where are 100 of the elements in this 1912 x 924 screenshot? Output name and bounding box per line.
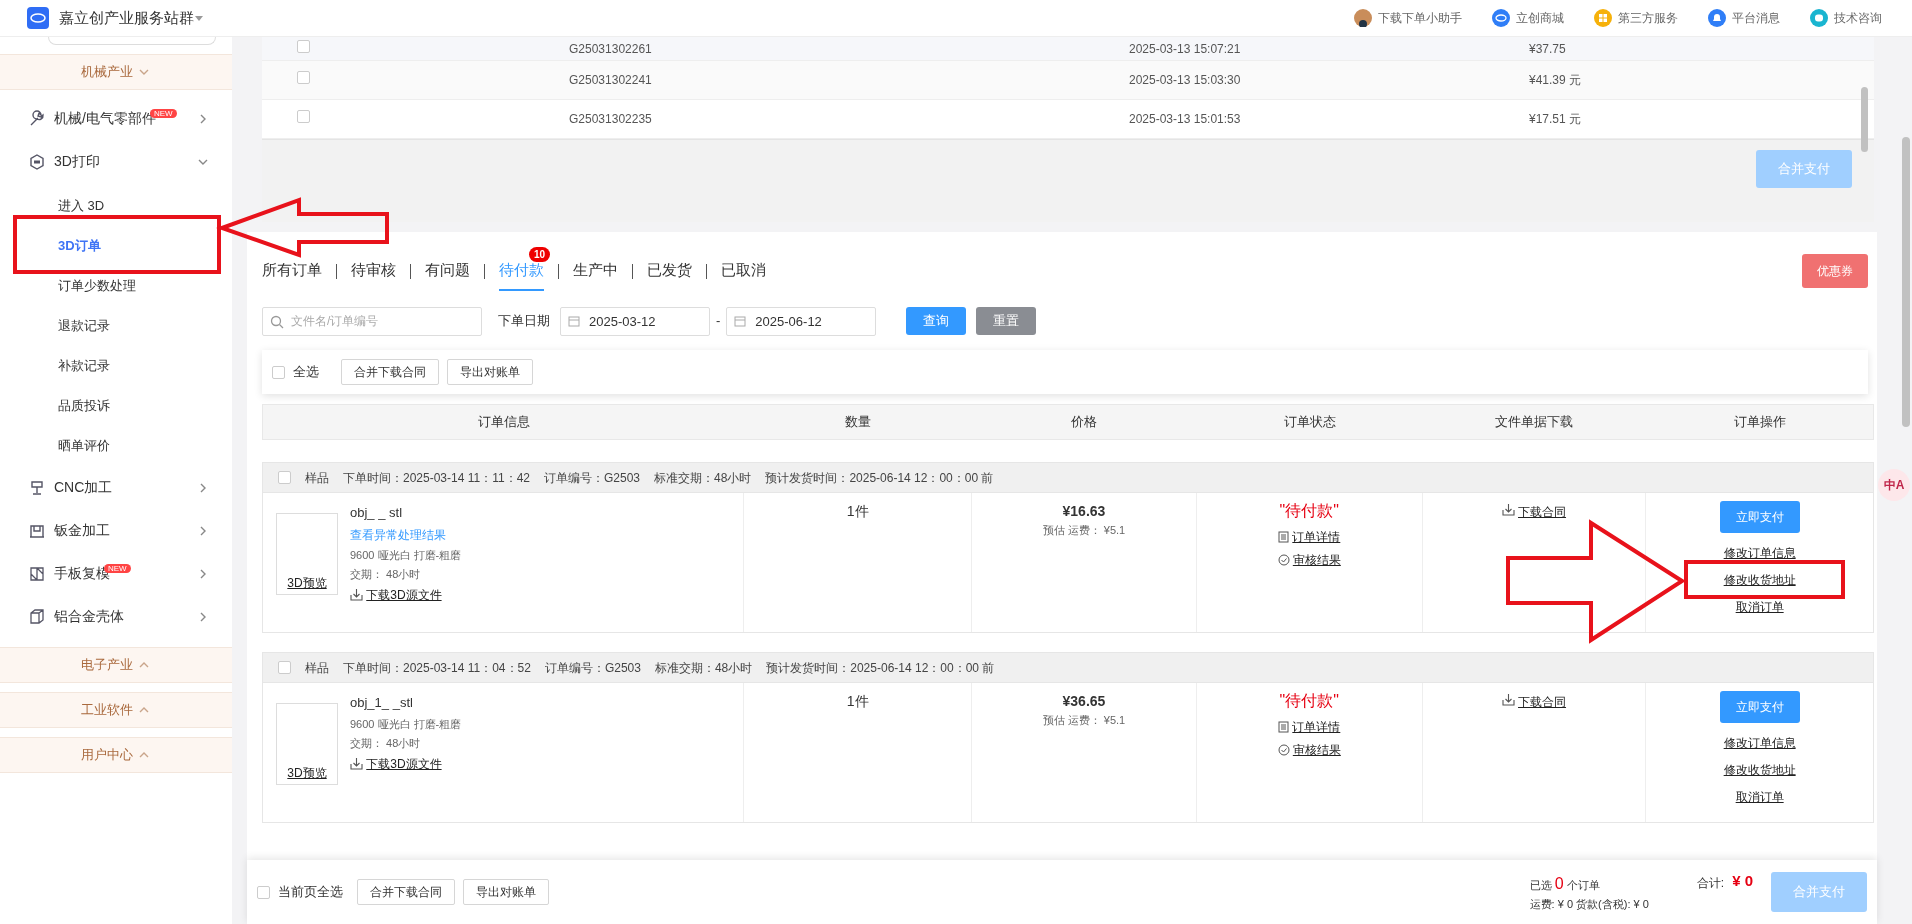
grid-icon [1594,9,1612,27]
sidebar-item[interactable]: 3D打印 [0,140,232,183]
order-number: G25031302261 [569,40,653,58]
header-link[interactable]: 技术咨询 [1810,9,1882,27]
select-page-label: 当前页全选 [278,883,343,902]
calendar-icon [568,314,580,327]
submenu-item[interactable]: 进入 3D [0,186,232,226]
header-link[interactable]: 立创商城 [1492,9,1564,27]
date-field[interactable]: 2025-03-12 [560,306,710,336]
box-icon [28,607,46,626]
order-amount: ¥37.75 [1529,40,1567,58]
scrollbar-thumb[interactable] [1861,87,1868,152]
scrollbar-thumb[interactable] [1902,137,1910,427]
checkbox[interactable] [257,885,270,899]
header-link[interactable]: 第三方服务 [1594,9,1678,27]
price: ¥36.65 [1062,692,1106,711]
checkbox[interactable] [297,110,310,123]
tab[interactable]: 已发货 [647,250,692,292]
download-icon [1501,693,1515,706]
document-icon [1278,721,1290,733]
date-field[interactable]: 2025-06-12 [726,306,877,336]
contract-link[interactable]: 下载合同 [1518,693,1567,711]
cup-icon [28,478,46,497]
tab[interactable]: 生产中 [573,250,618,292]
checkbox[interactable] [297,71,310,84]
order-time: 2025-03-13 15:01:53 [1129,111,1242,128]
column-header: 文件单据下载 [1494,413,1575,432]
select-all-label: 全选 [293,363,319,382]
submenu-item[interactable]: 订单少数处理 [0,266,232,306]
preview-link[interactable]: 3D预览 [287,574,327,592]
tab[interactable]: 有问题 [425,250,470,292]
date-separator: - [716,312,721,331]
check-circle-icon [1277,554,1290,566]
checkbox[interactable] [272,365,285,379]
tab[interactable]: 待审核 [351,250,396,292]
checkbox[interactable] [297,39,310,53]
preview-link[interactable]: 3D预览 [287,764,327,782]
header-link[interactable]: 下载下单小助手 [1354,9,1462,27]
tab[interactable]: 所有订单 [262,250,322,292]
section-header[interactable]: 机械产业 [0,54,232,90]
order-amount: ¥41.39 元 [1529,72,1583,89]
selected-label: 已选 [1529,877,1552,893]
column-header: 订单状态 [1282,413,1337,432]
order-meta: 订单编号：G2503 [544,659,641,677]
checkbox[interactable] [278,661,291,674]
preview-thumbnail[interactable]: 3D预览 [276,703,338,785]
lead-time: 交期： 48小时 [350,567,422,582]
item-label: CNC加工 [54,479,113,495]
action-link[interactable]: 修改订单信息 [1723,734,1796,752]
contract-link[interactable]: 下载合同 [1518,503,1567,521]
section-header[interactable]: 电子产业 [0,647,232,683]
mall-icon [1492,9,1510,27]
section-label: 机械产业 [81,63,133,82]
translate-button[interactable]: 中A [1878,469,1910,501]
status-link[interactable]: 订单详情 [1292,528,1341,546]
status-link[interactable]: 审核结果 [1292,741,1341,759]
checkbox[interactable] [278,471,291,484]
file-name: obj_ _ stl [350,504,404,522]
action-link[interactable]: 修改收货地址 [1723,571,1796,589]
site-title[interactable]: 嘉立创产业服务站群 [59,6,194,30]
toolbar-button[interactable]: 导出对账单 [447,359,533,385]
status-link[interactable]: 订单详情 [1292,718,1341,736]
sidebar-item[interactable]: CNC加工 [0,466,232,509]
order-meta: 预计发货时间：2025-06-14 12：00：00 前 [766,659,995,677]
tab[interactable]: 已取消 [721,250,766,292]
cube-icon [28,152,46,171]
section-label: 电子产业 [81,656,133,675]
toolbar-button[interactable]: 合并下载合同 [341,359,439,385]
sidebar-item[interactable]: 钣金加工 [0,509,232,552]
submenu-item[interactable]: 3D订单 [0,226,232,266]
footer-button[interactable]: 合并下载合同 [357,879,455,905]
material-spec: 9600 哑光白 打磨-粗磨 [350,716,462,732]
action-link[interactable]: 取消订单 [1735,598,1784,616]
download-link[interactable]: 下载3D源文件 [366,754,442,773]
section-header[interactable]: 工业软件 [0,692,232,728]
preview-thumbnail[interactable]: 3D预览 [276,513,338,595]
submenu-item[interactable]: 晒单评价 [0,426,232,466]
order-meta: 标准交期：48小时 [654,659,753,677]
submenu-item[interactable]: 退款记录 [0,306,232,346]
submenu-item[interactable]: 补款记录 [0,346,232,386]
column-header: 订单操作 [1732,413,1787,432]
sidebar-item[interactable]: 铝合金壳体 [0,595,232,638]
action-link[interactable]: 修改订单信息 [1723,544,1796,562]
order-time: 2025-03-13 15:07:21 [1129,40,1242,58]
download-link[interactable]: 下载3D源文件 [366,585,442,604]
order-meta: 预计发货时间：2025-06-14 12：00：00 前 [765,469,994,487]
selected-suffix: 个订单 [1567,877,1600,893]
order-status: "待付款" [1279,691,1339,711]
shipping-estimate: 预估 运费： ¥5.1 [1042,523,1126,538]
download-icon [350,757,363,770]
status-link[interactable]: 审核结果 [1292,551,1341,569]
header-link[interactable]: 平台消息 [1708,9,1780,27]
section-header[interactable]: 用户中心 [0,737,232,773]
section-label: 工业软件 [81,701,133,720]
submenu-item[interactable]: 品质投诉 [0,386,232,426]
action-link[interactable]: 取消订单 [1735,788,1784,806]
footer-button[interactable]: 导出对账单 [463,879,549,905]
search-field[interactable]: 文件名/订单编号 [262,306,482,336]
action-link[interactable]: 修改收货地址 [1723,761,1796,779]
date-label: 下单日期 [498,312,550,331]
